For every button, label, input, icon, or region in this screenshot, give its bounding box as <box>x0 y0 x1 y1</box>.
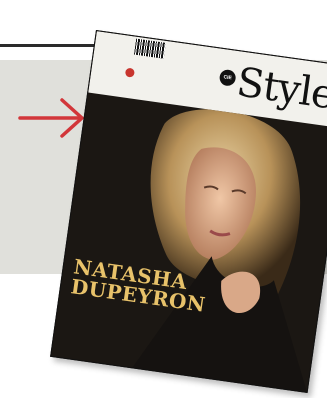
cover-portrait <box>129 109 309 393</box>
magazine: CIE Style NATASHA DUPEYRON <box>50 30 327 398</box>
right-arrow-icon <box>18 98 84 138</box>
magazine-cover: CIE Style NATASHA DUPEYRON <box>50 30 327 393</box>
